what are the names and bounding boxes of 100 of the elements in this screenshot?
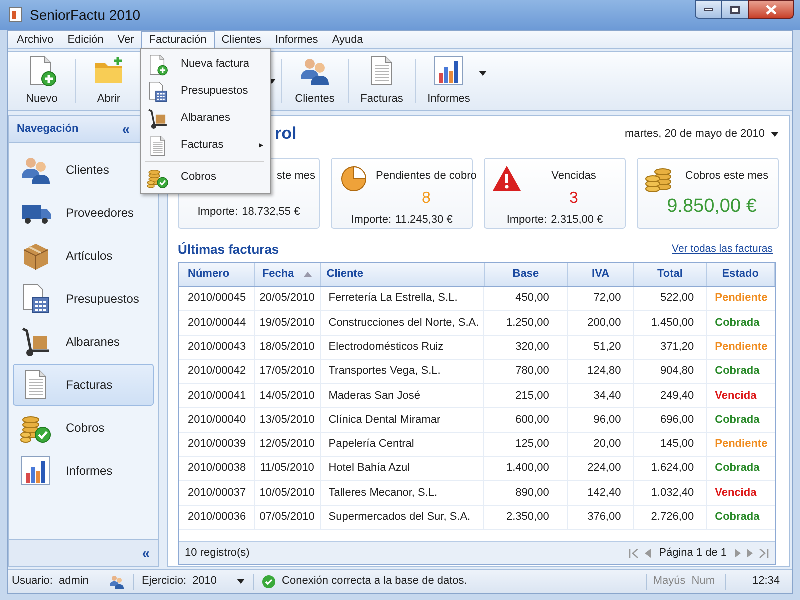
- toolbar-button[interactable]: Nuevo: [14, 55, 70, 107]
- table-cell: 2010/00042: [179, 360, 255, 384]
- minimize-button[interactable]: [695, 0, 722, 19]
- card-label: Pendientes de cobro: [376, 169, 477, 184]
- toolbar-button[interactable]: Abrir: [81, 55, 137, 107]
- table-cell: Construcciones del Norte, S.A.: [320, 311, 484, 335]
- card-value: 3: [570, 188, 578, 208]
- table-cell: 142,40: [568, 481, 634, 505]
- table-cell: 2010/00039: [179, 432, 255, 456]
- table-cell: 1.624,00: [634, 457, 708, 480]
- table-cell: 2010/00041: [179, 384, 255, 408]
- first-page-icon[interactable]: [629, 548, 640, 558]
- toolbar-button[interactable]: Informes: [421, 55, 477, 107]
- status-cell-text: Pendiente: [714, 437, 769, 452]
- last-page-icon[interactable]: [759, 548, 769, 558]
- nav-item[interactable]: Cobros: [13, 407, 154, 449]
- column-header[interactable]: Cliente: [320, 263, 485, 286]
- table-cell: 125,00: [484, 432, 568, 456]
- collapse-button[interactable]: «: [122, 118, 130, 140]
- date-picker[interactable]: martes, 20 de mayo de 2010: [624, 126, 779, 142]
- year-selector[interactable]: 2010: [192, 573, 246, 590]
- table-cell: 1.250,00: [484, 311, 568, 335]
- menu-option[interactable]: Presupuestos: [141, 78, 270, 105]
- menu-item[interactable]: Ver: [110, 31, 142, 49]
- bar-chart-icon: [433, 54, 465, 87]
- table-cell: 11/05/2010: [254, 457, 321, 480]
- card-value: 9.850,00 €: [667, 194, 757, 218]
- toolbar-button[interactable]: Clientes: [287, 55, 343, 107]
- menu-item[interactable]: Facturación: [141, 31, 215, 49]
- table-cell: 07/05/2010: [254, 506, 321, 529]
- collapse-button[interactable]: «: [142, 542, 150, 564]
- column-header[interactable]: Número: [179, 263, 255, 286]
- table-cell: 2010/00045: [179, 287, 255, 310]
- close-button[interactable]: [748, 0, 794, 19]
- table-cell: 51,20: [568, 336, 634, 359]
- menu-option[interactable]: Nueva factura: [141, 51, 270, 78]
- table-cell: 600,00: [484, 408, 568, 432]
- card-value: 8: [422, 188, 431, 208]
- table-cell: 17/05/2010: [254, 360, 321, 384]
- table-cell: Electrodomésticos Ruiz: [320, 336, 484, 359]
- menu-item[interactable]: Ayuda: [325, 31, 370, 49]
- table-cell: 696,00: [634, 408, 708, 432]
- nav-item[interactable]: Proveedores: [13, 192, 154, 234]
- table-cell: 20/05/2010: [254, 287, 321, 310]
- caret-icon: [771, 132, 779, 136]
- section-title: Últimas facturas: [178, 241, 280, 260]
- column-header[interactable]: Total: [634, 263, 708, 286]
- close-icon: [766, 4, 776, 14]
- panel-title: Navegación: [17, 122, 79, 137]
- dropdown-caret-icon: [479, 70, 487, 76]
- window-title: SeniorFactu 2010: [30, 6, 141, 24]
- table-cell: 320,00: [484, 336, 568, 359]
- table-cell: Papelería Central: [320, 432, 484, 456]
- menu-item[interactable]: Edición: [60, 31, 111, 49]
- column-header[interactable]: IVA: [568, 263, 634, 286]
- status-cell-text: Vencida: [714, 388, 758, 404]
- record-count: 10 registro(s): [185, 546, 250, 561]
- hand-truck-icon: [20, 326, 52, 358]
- table-cell: Transportes Vega, S.L.: [320, 360, 484, 384]
- table-cell: 215,00: [484, 384, 568, 408]
- table-cell: 890,00: [484, 481, 568, 505]
- menu-item[interactable]: Informes: [268, 31, 326, 49]
- table-cell: 19/05/2010: [254, 311, 321, 335]
- table-cell: 780,00: [484, 360, 568, 384]
- maximize-button[interactable]: [722, 0, 748, 19]
- caret-icon: [237, 579, 246, 584]
- table-cell: 72,00: [568, 287, 634, 310]
- check-circle-icon: [262, 574, 276, 588]
- nav-item[interactable]: Albaranes: [13, 321, 154, 363]
- column-header[interactable]: Fecha: [254, 263, 321, 286]
- nav-item[interactable]: Artículos: [13, 235, 154, 277]
- clock: 12:34: [751, 574, 781, 590]
- card-label: Cobros este mes: [685, 169, 769, 184]
- table-cell: Hotel Bahía Azul: [320, 457, 484, 480]
- nav-item[interactable]: Facturas: [13, 364, 154, 406]
- app-icon: [8, 7, 24, 23]
- table-cell: 96,00: [568, 408, 634, 432]
- status-cell-text: Pendiente: [714, 340, 769, 355]
- users-icon: [108, 574, 125, 590]
- menu-item[interactable]: Archivo: [10, 31, 61, 49]
- nav-item[interactable]: Presupuestos: [13, 278, 154, 320]
- importe-value: 18.732,55 €: [242, 204, 300, 220]
- table-cell: Maderas San José: [320, 384, 484, 408]
- table-cell: 224,00: [568, 457, 634, 480]
- status-cell-text: Cobrada: [714, 364, 761, 380]
- toolbar-button[interactable]: Facturas: [354, 55, 410, 107]
- nav-item[interactable]: Informes: [13, 450, 154, 492]
- table-cell: 1.032,40: [634, 481, 708, 505]
- view-all-link[interactable]: Ver todas las facturas: [672, 242, 773, 258]
- column-header[interactable]: Base: [484, 263, 568, 286]
- table-cell: Ferretería La Estrella, S.L.: [320, 287, 484, 310]
- table-cell: 18/05/2010: [254, 336, 321, 359]
- menu-item[interactable]: Clientes: [214, 31, 269, 49]
- document-plus-icon: [147, 54, 169, 76]
- menu-option[interactable]: Albaranes: [141, 105, 270, 132]
- previous-page-icon[interactable]: [645, 548, 652, 558]
- table-cell: 13/05/2010: [254, 408, 321, 432]
- column-header[interactable]: Estado: [707, 263, 776, 286]
- table-cell: 2010/00038: [179, 457, 255, 480]
- importe-label: Importe:: [506, 212, 548, 228]
